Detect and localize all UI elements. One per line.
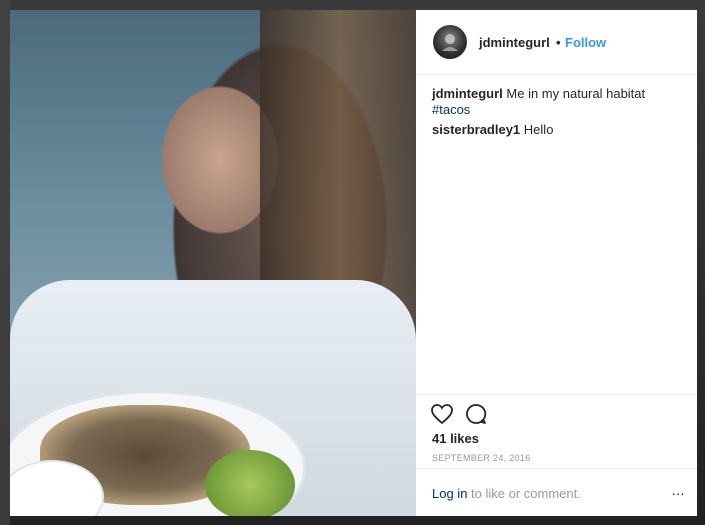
heart-icon[interactable]	[430, 402, 456, 428]
comment-item: sisterbradley1 Hello	[432, 122, 553, 137]
follow-button[interactable]: Follow	[565, 35, 606, 50]
caption-username[interactable]: jdmintegurl	[432, 86, 503, 101]
post-date: SEPTEMBER 24, 2016	[432, 453, 531, 463]
caption-hashtag[interactable]: #tacos	[432, 102, 470, 117]
comment-text: Hello	[523, 122, 554, 137]
login-prompt-text: to like or comment.	[471, 486, 581, 501]
post-modal: jdmintegurl • Follow jdmintegurl Me in m…	[10, 10, 697, 516]
post-username[interactable]: jdmintegurl	[479, 35, 550, 50]
likes-count[interactable]: 41 likes	[432, 431, 479, 446]
caption-text: Me in my natural habitat	[506, 86, 646, 101]
comment-icon[interactable]	[464, 402, 490, 428]
avatar[interactable]	[433, 25, 467, 59]
photo-lime-shape	[205, 450, 295, 516]
actions-divider	[416, 394, 697, 396]
post-sidebar: jdmintegurl • Follow jdmintegurl Me in m…	[416, 10, 697, 516]
separator-dot: •	[556, 35, 561, 50]
login-prompt: Log in to like or comment.	[432, 486, 581, 501]
post-caption: jdmintegurl Me in my natural habitat #ta…	[432, 86, 682, 118]
more-options-icon[interactable]: …	[671, 482, 685, 498]
login-link[interactable]: Log in	[432, 486, 467, 501]
avatar-image-icon	[442, 34, 458, 51]
comment-username[interactable]: sisterbradley1	[432, 122, 520, 137]
post-photo	[10, 10, 416, 516]
